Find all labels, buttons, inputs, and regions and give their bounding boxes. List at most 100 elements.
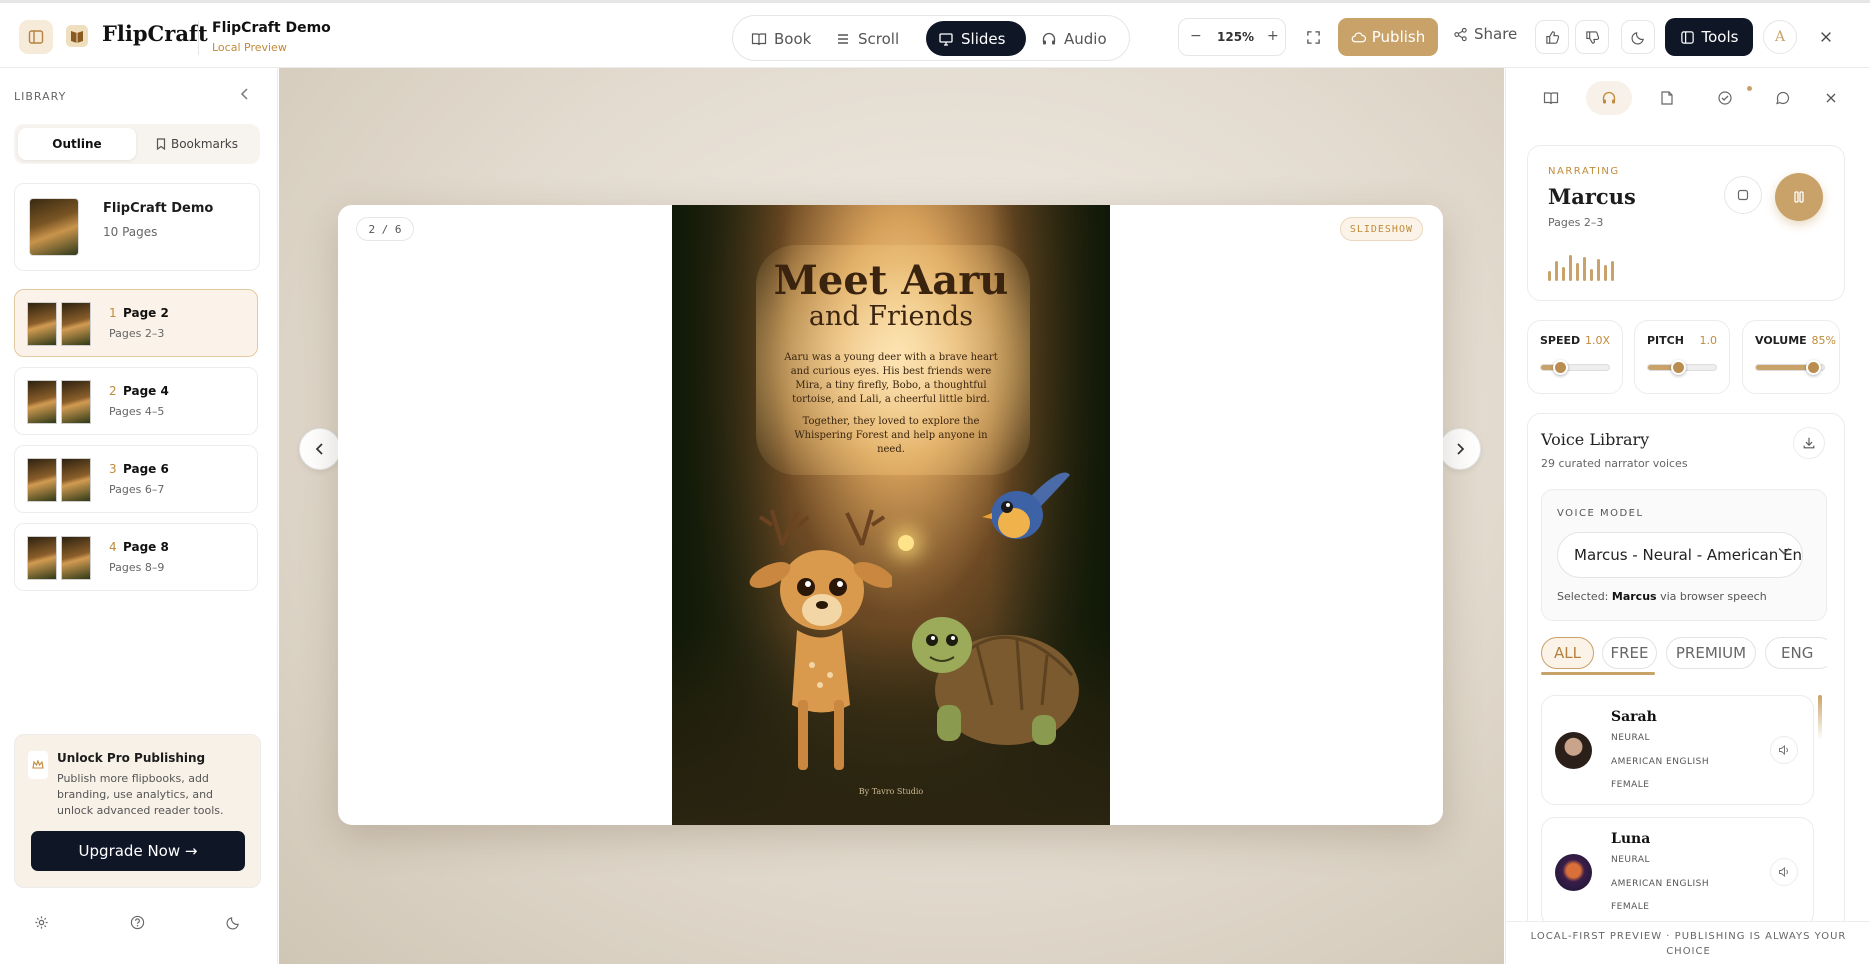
view-book-button[interactable]: Book: [739, 21, 823, 56]
upgrade-now-button[interactable]: Upgrade Now →: [31, 831, 245, 871]
settings-icon[interactable]: [34, 915, 49, 930]
thumbs-down-icon[interactable]: [1575, 20, 1609, 54]
upgrade-promo-card: Unlock Pro Publishing Publish more flipb…: [14, 734, 261, 888]
book-page-count: 10 Pages: [103, 225, 158, 239]
page-paragraph-1: Aaru was a young deer with a brave heart…: [784, 352, 998, 405]
tools-button[interactable]: Tools: [1665, 18, 1753, 56]
share-button[interactable]: Share: [1453, 25, 1517, 43]
voice-name: Sarah: [1611, 709, 1657, 725]
book-title: FlipCraft Demo: [103, 201, 214, 216]
footer-line-1: LOCAL-FIRST PREVIEW · PUBLISHING IS ALWA…: [1530, 931, 1847, 942]
close-icon[interactable]: [1809, 20, 1843, 54]
speaker-icon: [1779, 744, 1788, 756]
voice-preview-button[interactable]: [1770, 736, 1798, 764]
volume-label: VOLUME: [1755, 334, 1807, 347]
filter-chip-english[interactable]: ENG: [1765, 637, 1827, 669]
narrator-name: Marcus: [1548, 184, 1636, 209]
voice-model-select[interactable]: Marcus - Neural - American English: [1557, 532, 1803, 578]
volume-control: VOLUME 85%: [1742, 320, 1840, 394]
pause-button[interactable]: [1775, 173, 1823, 221]
chevron-left-icon: [315, 443, 323, 455]
tab-bookmarks-label: Bookmarks: [170, 137, 239, 151]
help-icon[interactable]: [130, 915, 145, 930]
note-icon[interactable]: [1644, 81, 1690, 115]
volume-slider[interactable]: [1755, 360, 1825, 375]
pitch-slider[interactable]: [1647, 360, 1717, 375]
user-avatar[interactable]: A: [1763, 20, 1797, 54]
page-title: Meet Aaru: [773, 257, 1009, 304]
cloud-icon: [1351, 31, 1366, 42]
divider: [198, 21, 199, 55]
outline-item-number: 2: [109, 384, 117, 398]
filter-active-underline: [1541, 672, 1655, 675]
tab-bookmarks[interactable]: Bookmarks: [138, 128, 256, 160]
outline-item-number: 4: [109, 540, 117, 554]
page-paragraph-2: Together, they loved to explore the Whis…: [794, 416, 988, 455]
next-slide-button[interactable]: [1439, 428, 1481, 470]
crown-icon: [28, 751, 48, 779]
fullscreen-icon[interactable]: [1296, 20, 1330, 54]
comment-icon[interactable]: [1760, 81, 1806, 115]
pause-icon: [1794, 191, 1804, 203]
speaker-icon: [1779, 866, 1788, 878]
view-slides-button[interactable]: Slides: [926, 21, 1026, 56]
book-icon[interactable]: [1528, 81, 1574, 115]
tab-outline[interactable]: Outline: [18, 128, 136, 160]
theme-moon-icon[interactable]: [226, 915, 241, 930]
library-sidebar: LIBRARY Outline Bookmarks FlipCraft Demo…: [0, 68, 278, 964]
page-thumbnail: [27, 380, 57, 424]
document-status: Local Preview: [212, 41, 287, 54]
outline-item-title: Page 8: [123, 540, 169, 554]
zoom-in-button[interactable]: +: [1267, 28, 1279, 44]
outline-item-page-2[interactable]: 1 Page 2 Pages 2–3: [14, 289, 258, 357]
headphones-icon[interactable]: [1586, 81, 1632, 115]
outline-item-page-6[interactable]: 3 Page 6 Pages 6–7: [14, 445, 258, 513]
sidebar-toggle-icon[interactable]: [19, 20, 53, 54]
view-audio-button[interactable]: Audio: [1029, 21, 1119, 56]
voice-library-title: Voice Library: [1541, 430, 1650, 449]
voice-preview-button[interactable]: [1770, 858, 1798, 886]
collapse-sidebar-icon[interactable]: [240, 88, 250, 100]
check-circle-icon[interactable]: [1702, 81, 1748, 115]
document-title: FlipCraft Demo: [212, 20, 331, 36]
previous-slide-button[interactable]: [299, 428, 341, 470]
book-card[interactable]: FlipCraft Demo 10 Pages: [14, 183, 260, 271]
voice-library: Voice Library 29 curated narrator voices…: [1527, 413, 1845, 964]
publish-label: Publish: [1371, 28, 1426, 46]
zoom-out-button[interactable]: −: [1190, 28, 1202, 44]
publish-button[interactable]: Publish: [1338, 18, 1438, 56]
book-page-illustration: Meet Aaru and Friends Aaru was a young d…: [672, 205, 1110, 825]
thumbs-up-icon[interactable]: [1535, 20, 1569, 54]
notification-dot: [1747, 86, 1752, 91]
voice-tag: FEMALE: [1611, 780, 1650, 790]
outline-item-page-8[interactable]: 4 Page 8 Pages 8–9: [14, 523, 258, 591]
filter-chip-free[interactable]: FREE: [1602, 637, 1657, 669]
outline-item-page-4[interactable]: 2 Page 4 Pages 4–5: [14, 367, 258, 435]
close-panel-icon[interactable]: [1816, 81, 1846, 115]
speed-slider[interactable]: [1540, 360, 1610, 375]
voice-card-sarah[interactable]: Sarah NEURAL AMERICAN ENGLISH FEMALE: [1541, 695, 1814, 805]
filter-chip-all[interactable]: ALL: [1541, 637, 1594, 669]
slide-stage: 2 / 6 SLIDESHOW Meet Aaru and Friends Aa…: [279, 68, 1504, 964]
book-cover-thumbnail: [29, 198, 79, 256]
voice-model-value: Marcus - Neural - American English: [1574, 546, 1803, 564]
outline-item-title: Page 4: [123, 384, 169, 398]
stop-button[interactable]: [1724, 176, 1762, 214]
footer-line-2: CHOICE: [1666, 946, 1711, 957]
filter-chip-premium[interactable]: PREMIUM: [1666, 637, 1756, 669]
page-subtitle: and Friends: [808, 301, 974, 332]
download-icon[interactable]: [1793, 427, 1825, 459]
view-scroll-button[interactable]: Scroll: [823, 21, 911, 56]
voice-list-scrollbar[interactable]: [1818, 695, 1822, 740]
zoom-level: 125%: [1217, 30, 1255, 44]
stop-icon: [1737, 189, 1749, 201]
panel-footer-note: LOCAL-FIRST PREVIEW · PUBLISHING IS ALWA…: [1506, 921, 1870, 964]
chevron-down-icon: [1778, 547, 1790, 555]
voice-card-luna[interactable]: Luna NEURAL AMERICAN ENGLISH FEMALE: [1541, 817, 1814, 927]
voice-avatar: [1555, 732, 1592, 769]
moon-icon[interactable]: [1621, 20, 1655, 54]
bird-character: [982, 472, 1070, 539]
view-slides-label: Slides: [961, 29, 1006, 48]
outline-item-title: Page 6: [123, 462, 169, 476]
outline-item-range: Pages 4–5: [109, 405, 165, 418]
